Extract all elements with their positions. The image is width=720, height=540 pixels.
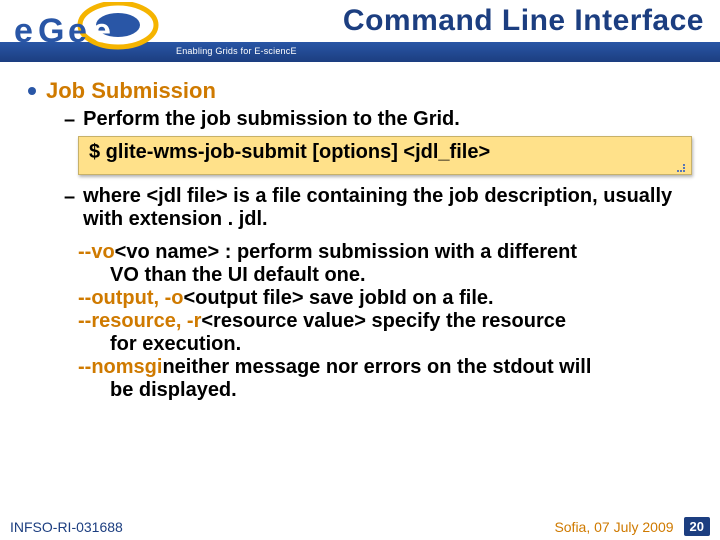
bullet1-text: Job Submission — [46, 78, 216, 104]
option-row: --output, -o <output file> save jobId on… — [78, 287, 692, 310]
command-box: $ glite-wms-job-submit [options] <jdl_fi… — [78, 136, 692, 175]
svg-text:G: G — [38, 12, 64, 50]
option-row: --vo <vo name> : perform submission with… — [78, 241, 692, 287]
sub2-text: where <jdl file> is a file containing th… — [83, 185, 692, 231]
slide-content: Job Submission – Perform the job submiss… — [0, 62, 720, 402]
svg-text:e: e — [68, 12, 87, 50]
option-desc: neither message nor errors on the stdout… — [162, 356, 591, 379]
sub-bullet-2: – where <jdl file> is a file containing … — [64, 185, 692, 231]
svg-text:e: e — [92, 12, 111, 50]
page-number-badge: 20 — [684, 517, 710, 536]
option-flag: --output, -o — [78, 287, 184, 310]
slide-footer: INFSO-RI-031688 Sofia, 07 July 2009 20 — [0, 517, 720, 536]
command-text: $ glite-wms-job-submit [options] <jdl_fi… — [89, 141, 490, 163]
dash-icon: – — [64, 109, 75, 132]
bullet-dot-icon — [28, 87, 36, 95]
resize-handle-icon — [677, 164, 685, 172]
bullet-level2-group-2: – where <jdl file> is a file containing … — [64, 185, 692, 231]
egee-logo: e G e e — [8, 2, 168, 60]
options-list: --vo <vo name> : perform submission with… — [78, 241, 692, 402]
sub1-text: Perform the job submission to the Grid. — [83, 108, 460, 131]
option-desc: <resource value> specify the resource — [201, 310, 566, 333]
sub-bullet-1: – Perform the job submission to the Grid… — [64, 108, 692, 132]
bullet-level2-group: – Perform the job submission to the Grid… — [64, 108, 692, 132]
slide-header: e G e e Command Line Interface Enabling … — [0, 0, 720, 62]
footer-reference: INFSO-RI-031688 — [10, 519, 123, 535]
option-cont: VO than the UI default one. — [110, 264, 692, 287]
option-cont: be displayed. — [110, 379, 692, 402]
svg-text:e: e — [14, 12, 33, 50]
slide-title: Command Line Interface — [343, 4, 704, 38]
slide-tagline: Enabling Grids for E-sciencE — [176, 46, 297, 56]
option-desc: <vo name> : perform submission with a di… — [115, 241, 577, 264]
option-desc: <output file> save jobId on a file. — [184, 287, 494, 310]
option-flag: --nomsgi — [78, 356, 162, 379]
dash-icon: – — [64, 186, 75, 209]
footer-right: Sofia, 07 July 2009 20 — [554, 517, 710, 536]
footer-location: Sofia, 07 July 2009 — [554, 519, 673, 535]
option-flag: --resource, -r — [78, 310, 201, 333]
option-cont: for execution. — [110, 333, 692, 356]
option-flag: --vo — [78, 241, 115, 264]
option-row: --resource, -r <resource value> specify … — [78, 310, 692, 356]
bullet-level1: Job Submission — [28, 78, 692, 104]
option-row: --nomsgi neither message nor errors on t… — [78, 356, 692, 402]
